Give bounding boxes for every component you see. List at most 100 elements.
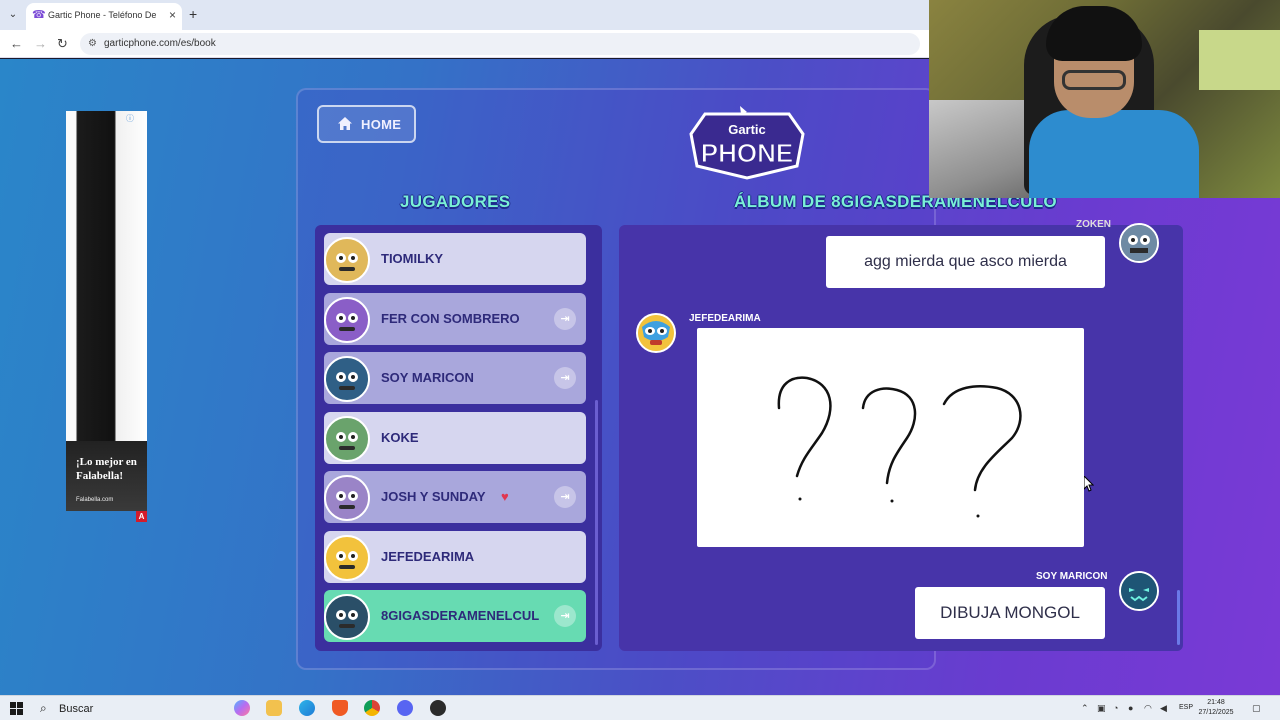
home-label: HOME xyxy=(361,117,402,132)
webcam-hair xyxy=(1046,6,1142,61)
wifi-icon[interactable]: ◠ xyxy=(1144,702,1152,714)
reload-icon[interactable]: ↻ xyxy=(57,36,68,52)
heart-icon: ♥ xyxy=(501,489,509,504)
new-tab-icon[interactable]: + xyxy=(189,7,197,21)
player-avatar xyxy=(324,297,370,343)
browser-tabbar: ⌄ ☎ Gartic Phone - Teléfono Descompuesto… xyxy=(0,0,930,30)
player-name: TIOMILKY xyxy=(381,251,444,266)
ad-choices-icon[interactable]: A xyxy=(136,511,147,522)
player-avatar xyxy=(324,416,370,462)
player-avatar xyxy=(324,237,370,283)
player-avatar xyxy=(324,535,370,581)
clock-time: 21:48 xyxy=(1207,699,1225,706)
webcam-glasses xyxy=(1062,70,1126,90)
player-row[interactable]: KOKE xyxy=(324,412,586,464)
discord-icon[interactable] xyxy=(397,700,413,716)
ghost-avatar-icon xyxy=(1121,573,1157,609)
players-title: JUGADORES xyxy=(400,192,511,211)
avatar-face-icon xyxy=(336,372,358,390)
gartic-phone-logo: Gartic PHONE xyxy=(689,106,805,180)
tab-title: Gartic Phone - Teléfono Descompuesto xyxy=(48,10,156,20)
taskbar: ⌕ Buscar ⌃ ▣ ◔ ● ◠ ◀ ESP 21:48 27/12/202… xyxy=(0,695,1280,720)
clock-date: 27/12/2025 xyxy=(1198,709,1234,716)
ad-headline: ¡Lo mejor en Falabella! xyxy=(76,456,137,482)
bottom-author-name: SOY MARICON xyxy=(1036,571,1108,582)
chrome-icon[interactable] xyxy=(364,700,380,716)
tray-app-icon[interactable]: ▣ xyxy=(1097,702,1106,714)
players-scrollbar[interactable] xyxy=(595,400,598,645)
bottom-message-text: DIBUJA MONGOL xyxy=(940,603,1080,622)
copilot-icon[interactable] xyxy=(234,700,250,716)
ad-source: Falabella.com xyxy=(76,497,114,503)
player-row[interactable]: FER CON SOMBRERO ⇥ xyxy=(324,293,586,345)
bottom-message-bubble: DIBUJA MONGOL xyxy=(915,587,1105,639)
language-indicator[interactable]: ESP xyxy=(1179,704,1193,711)
player-name: 8GIGASDERAMENELCUL xyxy=(381,608,540,623)
notifications-icon[interactable]: ▢ xyxy=(1252,702,1261,714)
drawing-author-name: JEFEDEARIMA xyxy=(689,313,761,324)
logo-top-text: Gartic xyxy=(728,122,766,137)
site-info-icon[interactable]: ⚙ xyxy=(88,37,97,51)
taskbar-search[interactable]: ⌕ Buscar xyxy=(32,698,222,719)
player-name: KOKE xyxy=(381,430,419,445)
search-label: Buscar xyxy=(59,703,94,715)
player-row[interactable]: TIOMILKY xyxy=(324,233,586,285)
brave-icon[interactable] xyxy=(332,700,348,716)
back-icon[interactable]: ← xyxy=(10,36,23,52)
question-marks-drawing xyxy=(777,376,1022,518)
top-message-bubble: agg mierda que asco mierda xyxy=(826,236,1105,288)
avatar-face-icon xyxy=(336,610,358,628)
avatar-face-icon xyxy=(336,432,358,450)
webcam-shelf xyxy=(1199,30,1280,90)
volume-icon[interactable]: ◀ xyxy=(1160,702,1167,714)
tray-chevron-icon[interactable]: ⌃ xyxy=(1081,702,1089,714)
microphone-icon[interactable]: ● xyxy=(1128,702,1133,714)
player-name: SOY MARICON xyxy=(381,370,474,385)
forward-icon[interactable]: → xyxy=(34,36,47,52)
edge-icon[interactable] xyxy=(299,700,315,716)
close-tab-icon[interactable]: × xyxy=(169,8,176,22)
tray-network-icon[interactable]: ◔ xyxy=(1113,702,1118,714)
drawing-canvas xyxy=(697,328,1084,547)
player-row[interactable]: JOSH Y SUNDAY ♥ ⇥ xyxy=(324,471,586,523)
player-avatar xyxy=(324,356,370,402)
windows-start-icon[interactable] xyxy=(10,702,23,715)
kick-player-icon[interactable]: ⇥ xyxy=(554,367,576,389)
avatar-face-icon xyxy=(336,313,358,331)
ad-info-icon[interactable]: ⓘ xyxy=(126,113,134,124)
favicon-icon: ☎ xyxy=(32,9,46,21)
logo-bottom-text: PHONE xyxy=(701,138,793,168)
obs-icon[interactable] xyxy=(430,700,446,716)
player-name: FER CON SOMBRERO xyxy=(381,311,520,326)
monster-avatar-icon xyxy=(1121,225,1157,261)
mouse-cursor-icon xyxy=(1084,476,1094,492)
search-icon: ⌕ xyxy=(40,701,47,715)
players-panel[interactable]: TIOMILKY FER CON SOMBRERO ⇥ SOY MARICON ⇥ KOK… xyxy=(315,225,602,651)
player-row[interactable]: SOY MARICON ⇥ xyxy=(324,352,586,404)
webcam-shirt xyxy=(1029,110,1199,198)
kick-player-icon[interactable]: ⇥ xyxy=(554,605,576,627)
top-author-name: ZOKEN xyxy=(1076,219,1111,230)
player-row[interactable]: 8GIGASDERAMENELCUL ⇥ xyxy=(324,590,586,642)
url-text: garticphone.com/es/book xyxy=(104,38,216,49)
webcam-overlay xyxy=(929,0,1280,198)
player-row[interactable]: JEFEDEARIMA xyxy=(324,531,586,583)
browser-tab[interactable]: ☎ Gartic Phone - Teléfono Descompuesto × xyxy=(26,3,182,30)
bottom-author-avatar xyxy=(1119,571,1159,611)
avatar-face-icon xyxy=(336,551,358,569)
kick-player-icon[interactable]: ⇥ xyxy=(554,308,576,330)
top-author-avatar xyxy=(1119,223,1159,263)
drawing-author-avatar xyxy=(636,313,676,353)
kick-player-icon[interactable]: ⇥ xyxy=(554,486,576,508)
player-avatar xyxy=(324,475,370,521)
avatar-face-icon xyxy=(336,253,358,271)
luchador-avatar-icon xyxy=(638,315,674,351)
album-scrollbar[interactable] xyxy=(1177,590,1180,645)
ad-banner[interactable]: ¡Lo mejor en Falabella! Falabella.com xyxy=(66,111,147,511)
file-explorer-icon[interactable] xyxy=(266,700,282,716)
address-bar[interactable]: ⚙ garticphone.com/es/book xyxy=(80,33,920,55)
home-button[interactable]: HOME xyxy=(317,105,416,143)
avatar-face-icon xyxy=(336,491,358,509)
clock[interactable]: 21:48 27/12/2025 xyxy=(1196,698,1236,718)
tab-list-icon[interactable]: ⌄ xyxy=(6,8,20,22)
